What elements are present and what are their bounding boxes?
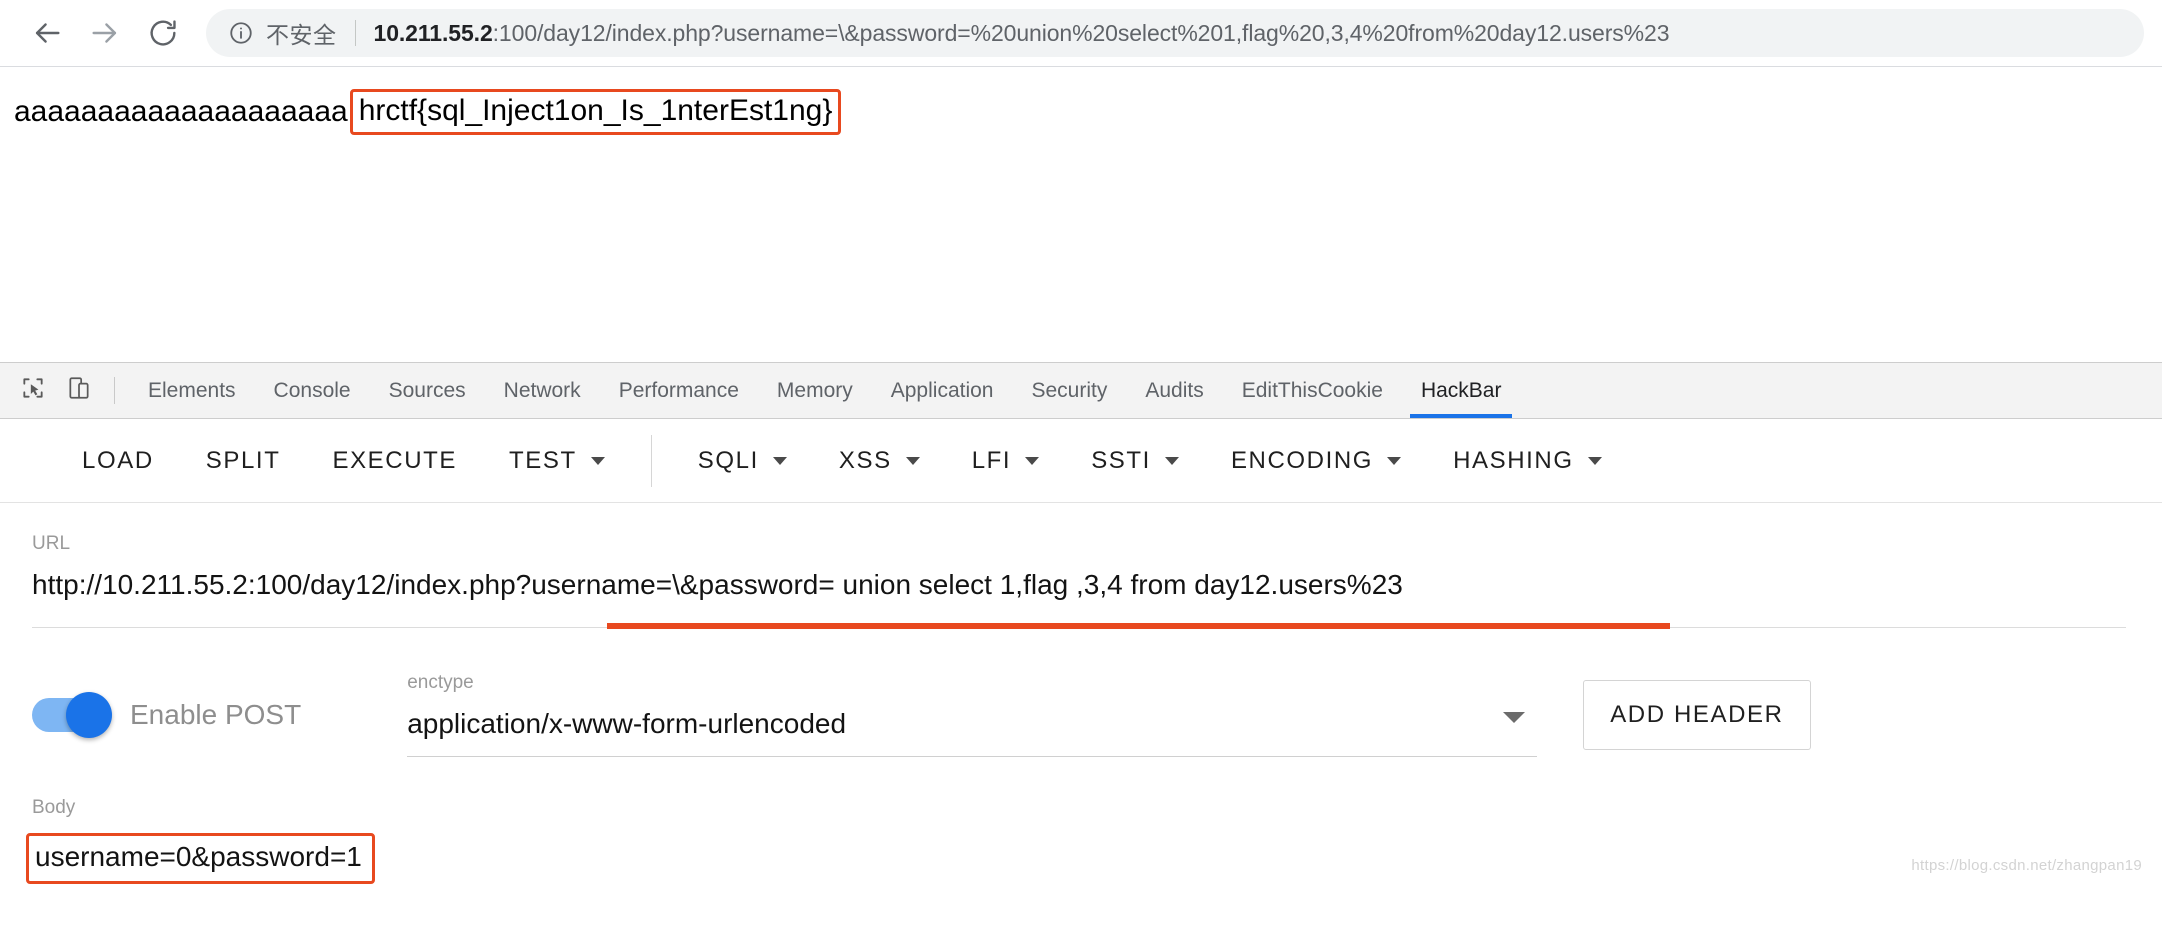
devtools-panel: Elements Console Sources Network Perform… [0,362,2162,944]
execute-button[interactable]: EXECUTE [306,447,483,475]
tab-label: Performance [618,378,739,402]
chevron-down-icon [905,456,920,465]
chevron-down-icon [1387,456,1402,465]
address-bar[interactable]: 不安全 10.211.55.2:100/day12/index.php?user… [206,9,2144,57]
button-label: LFI [971,446,1012,474]
tab-console[interactable]: Console [255,363,370,418]
tab-label: Audits [1145,378,1204,402]
page-content-line: aaaaaaaaaaaaaaaaaaaa hrctf{sql_Inject1on_… [14,89,842,135]
sqli-menu-button[interactable]: SQLI [672,447,813,475]
tab-label: Elements [148,378,236,402]
tab-label: Memory [776,378,853,402]
load-button[interactable]: LOAD [56,447,180,475]
tab-memory[interactable]: Memory [758,363,872,418]
enctype-label: enctype [407,672,474,693]
chevron-down-icon [1164,456,1179,465]
flag-text: hrctf{sql_Inject1on_Is_1nterEst1ng} [358,94,833,127]
add-header-button[interactable]: ADD HEADER [1583,679,1811,750]
browser-toolbar: 不安全 10.211.55.2:100/day12/index.php?user… [0,0,2162,66]
url-host: 10.211.55.2 [373,19,493,46]
lfi-menu-button[interactable]: LFI [946,447,1065,475]
button-label: HASHING [1453,446,1574,474]
tab-elements[interactable]: Elements [129,363,255,418]
tab-network[interactable]: Network [485,363,600,418]
reload-icon [147,17,179,49]
flag-highlight-box: hrctf{sql_Inject1on_Is_1nterEst1ng} [349,89,842,135]
tab-label: Application [890,378,994,402]
tab-hackbar[interactable]: HackBar [1402,363,1521,418]
ssti-menu-button[interactable]: SSTI [1065,447,1205,475]
enable-post-label: Enable POST [130,698,302,730]
page-prefix-text: aaaaaaaaaaaaaaaaaaaa [14,95,348,129]
tab-label: Network [503,378,581,402]
chevron-down-icon [1587,456,1602,465]
button-label: ADD HEADER [1610,700,1784,728]
arrow-right-icon [88,16,122,50]
button-label: SPLIT [205,446,281,474]
tab-security[interactable]: Security [1012,363,1126,418]
button-label: TEST [509,446,577,474]
tab-editthiscookie[interactable]: EditThisCookie [1223,363,1402,418]
arrow-left-icon [30,16,64,50]
url-path: :100/day12/index.php?username=\&password… [492,19,1670,46]
body-input[interactable]: username=0&password=1 [35,841,362,873]
cursor-select-icon [20,375,46,406]
back-button[interactable] [18,4,76,62]
tab-label: HackBar [1420,378,1502,402]
body-highlight-box: username=0&password=1 [26,833,375,884]
watermark-text: https://blog.csdn.net/zhangpan19 [1911,856,2142,874]
post-options-row: Enable POST enctype application/x-www-fo… [0,628,2162,757]
tab-performance[interactable]: Performance [600,363,758,418]
hackbar-url-section: URL http://10.211.55.2:100/day12/index.p… [0,503,2162,629]
button-label: SSTI [1091,446,1151,474]
hackbar-body-section: Body username=0&password=1 https://blog.… [0,757,2162,884]
chevron-down-icon [1503,712,1526,723]
button-label: EXECUTE [332,446,458,474]
omnibox-divider [354,20,356,46]
toggle-knob [66,691,112,738]
tab-label: Console [273,378,351,402]
forward-button[interactable] [76,4,134,62]
chevron-down-icon [772,456,787,465]
hackbar-toolbar-divider [650,434,652,487]
hashing-menu-button[interactable]: HASHING [1427,447,1628,475]
enctype-value: application/x-www-form-urlencoded [407,708,847,739]
url-field-label: URL [32,533,71,554]
page-viewport: aaaaaaaaaaaaaaaaaaaa hrctf{sql_Inject1on_… [0,67,2162,362]
address-bar-url: 10.211.55.2:100/day12/index.php?username… [374,20,1670,47]
chevron-down-icon [590,456,605,465]
enable-post-toggle[interactable] [32,691,112,738]
tab-label: Sources [388,378,466,402]
xss-menu-button[interactable]: XSS [813,447,946,475]
url-input[interactable]: http://10.211.55.2:100/day12/index.php?u… [32,569,1403,607]
body-field-label: Body [32,797,76,818]
button-label: LOAD [82,446,154,474]
inspect-element-button[interactable] [10,363,56,418]
url-annotation-underline [607,623,1670,629]
test-menu-button[interactable]: TEST [483,447,631,475]
tab-audits[interactable]: Audits [1126,363,1222,418]
button-label: XSS [838,446,892,474]
button-label: SQLI [697,446,759,474]
hackbar-toolbar: LOAD SPLIT EXECUTE TEST SQLI XSS LFI SST… [0,419,2162,503]
devtools-tabbar: Elements Console Sources Network Perform… [0,363,2162,419]
tab-label: Security [1031,378,1108,402]
info-circle-icon[interactable] [228,20,254,46]
tab-sources[interactable]: Sources [370,363,485,418]
device-toolbar-button[interactable] [56,363,102,418]
reload-button[interactable] [134,4,192,62]
tab-label: EditThisCookie [1241,378,1383,402]
security-status-label: 不安全 [266,22,337,48]
enctype-select[interactable]: enctype application/x-www-form-urlencode… [407,672,1538,757]
button-label: ENCODING [1230,446,1374,474]
chevron-down-icon [1025,456,1040,465]
split-button[interactable]: SPLIT [180,447,307,475]
device-toolbar-icon [66,375,92,406]
devtools-tool-separator [114,377,115,404]
encoding-menu-button[interactable]: ENCODING [1205,447,1427,475]
tab-application[interactable]: Application [872,363,1013,418]
